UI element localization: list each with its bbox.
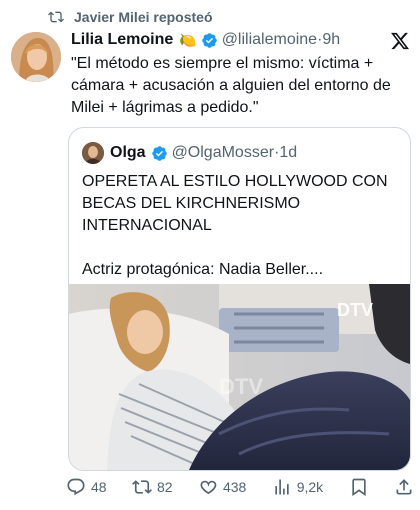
quoted-text-line-1: OPERETA AL ESTILO HOLLYWOOD CON BECAS DE… <box>82 173 388 234</box>
reply-count: 48 <box>91 479 107 495</box>
quoted-author-name[interactable]: Olga <box>110 144 146 162</box>
quoted-tweet-header: Olga @OlgaMosser · 1d <box>82 142 297 164</box>
author-handle[interactable]: @lilialemoine <box>222 31 317 49</box>
reply-icon <box>67 478 85 496</box>
media-watermark-center: DTV <box>219 374 263 399</box>
tweet-header: Lilia Lemoine 🍋 @lilialemoine · 9h <box>71 31 408 49</box>
media-watermark: DTV <box>337 300 373 320</box>
repost-icon <box>132 480 152 494</box>
quoted-author-handle[interactable]: @OlgaMosser <box>172 144 275 162</box>
repost-label[interactable]: Javier Milei reposteó <box>74 9 213 25</box>
view-count: 9,2k <box>296 479 324 495</box>
repost-button[interactable]: 82 <box>132 477 173 497</box>
repost-header: Javier Milei reposteó <box>48 9 213 25</box>
quoted-tweet-card[interactable]: Olga @OlgaMosser · 1d OPERETA AL ESTILO … <box>68 127 411 471</box>
quoted-author-avatar[interactable] <box>82 142 104 164</box>
author-avatar[interactable] <box>11 32 61 82</box>
tweet-action-bar: 48 82 438 9,2k <box>66 476 414 498</box>
author-name[interactable]: Lilia Lemoine <box>71 31 173 49</box>
quoted-tweet-text: OPERETA AL ESTILO HOLLYWOOD CON BECAS DE… <box>82 171 402 281</box>
share-icon <box>396 479 412 495</box>
reply-button[interactable]: 48 <box>66 477 107 497</box>
views-button[interactable]: 9,2k <box>272 477 323 497</box>
like-button[interactable]: 438 <box>198 477 246 497</box>
lemon-emoji: 🍋 <box>179 31 197 48</box>
tweet-text: "El método es siempre el mismo: víctima … <box>71 55 391 116</box>
bookmark-icon <box>351 478 366 497</box>
repost-icon <box>48 11 64 23</box>
quoted-text-line-2: Actriz protagónica: Nadia Beller.... <box>82 261 324 278</box>
bookmark-button[interactable] <box>349 477 369 497</box>
quoted-media-image[interactable]: DTV DTV <box>69 284 410 470</box>
x-logo-icon[interactable] <box>390 31 410 51</box>
verified-badge-icon[interactable] <box>201 32 218 49</box>
verified-badge-icon[interactable] <box>151 145 168 162</box>
like-count: 438 <box>222 479 247 495</box>
tweet-time[interactable]: 9h <box>322 31 340 49</box>
share-button[interactable] <box>394 477 414 497</box>
views-chart-icon <box>275 479 289 495</box>
quoted-tweet-time[interactable]: 1d <box>279 144 297 162</box>
heart-icon <box>200 480 217 495</box>
repost-count: 82 <box>156 479 173 495</box>
